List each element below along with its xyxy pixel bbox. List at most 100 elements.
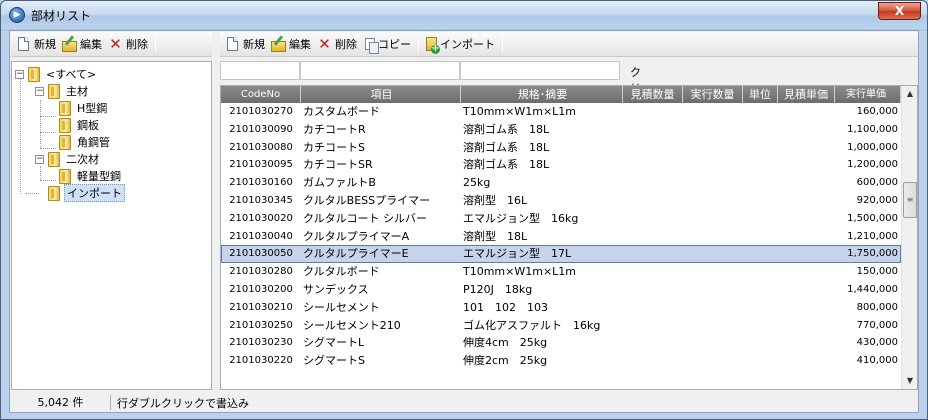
- table-row[interactable]: 2101030230 シグマートL 伸度4cm 25kg 430,000: [221, 334, 901, 352]
- table-row[interactable]: 2101030270 カスタムボード T10mm×W1m×L1m 160,000: [221, 103, 901, 121]
- title-bar[interactable]: ▶ 部材リスト X: [1, 1, 927, 29]
- close-button[interactable]: X: [878, 2, 921, 20]
- table-row[interactable]: 2101030095 カチコートSR 溶剤ゴム系 18L 1,200,000: [221, 156, 901, 174]
- collapse-icon[interactable]: −: [35, 86, 44, 96]
- tree-node-label: <すべて>: [46, 68, 97, 81]
- cell-act-price: 800,000: [856, 301, 898, 313]
- column-header-item[interactable]: 項目: [301, 86, 461, 103]
- tree-line: [40, 166, 41, 180]
- tree-node-all[interactable]: − <すべて>: [15, 66, 98, 82]
- column-header-spec[interactable]: 規格･摘要: [461, 86, 623, 103]
- table-row[interactable]: 2101030345 クルタルBESSプライマー 溶剤型 16L 920,000: [221, 192, 901, 210]
- tree-node-label: 主材: [66, 85, 88, 98]
- filter-item-input[interactable]: [300, 61, 460, 80]
- cell-unit: [743, 139, 778, 157]
- column-header-act-price[interactable]: 実行単価: [835, 86, 901, 103]
- cell-code: 2101030250: [229, 319, 293, 331]
- cell-act-qty: [683, 263, 743, 281]
- tree-node-steel-plate[interactable]: 鋼板: [59, 117, 101, 133]
- cell-item: カチコートR: [303, 122, 366, 136]
- column-header-code[interactable]: CodeNo: [221, 86, 301, 103]
- tree-node-main[interactable]: − 主材: [35, 83, 90, 99]
- cell-est-qty: [623, 103, 683, 121]
- tree-edit-label: 編集: [80, 38, 102, 51]
- table-row[interactable]: 2101030210 シールセメント 101 102 103 800,000: [221, 299, 901, 317]
- column-header-est-price[interactable]: 見積単価: [778, 86, 835, 103]
- table-row-selected[interactable]: 2101030050 クルタルプライマーE エマルジョン型 17L 1,750,000: [221, 245, 901, 264]
- folder-icon: [59, 134, 71, 150]
- cell-est-qty: [623, 245, 683, 263]
- grid-rows: 2101030270 カスタムボード T10mm×W1m×L1m 160,000 210…: [221, 103, 901, 370]
- tree-line: [40, 180, 56, 181]
- cell-unit: [743, 192, 778, 210]
- cell-act-qty: [683, 210, 743, 228]
- tree-node-label: 角鋼管: [77, 136, 110, 149]
- tree-node-import[interactable]: インポート: [48, 184, 125, 202]
- tree-line: [40, 100, 41, 148]
- record-count: 5,042 件: [11, 395, 111, 410]
- table-row[interactable]: 2101030160 ガムファルトB 25kg 600,000: [221, 174, 901, 192]
- cell-item: カチコートS: [303, 140, 365, 154]
- import-button[interactable]: インポート: [423, 34, 498, 55]
- copy-button[interactable]: コピー: [360, 34, 414, 55]
- copy-icon: [365, 38, 379, 54]
- table-row[interactable]: 2101030090 カチコートR 溶剤ゴム系 18L 1,100,000: [221, 121, 901, 139]
- tree-node-secondary[interactable]: − 二次材: [35, 151, 101, 167]
- column-header-act-qty[interactable]: 実行数量: [683, 86, 743, 103]
- cell-est-price: [778, 228, 835, 246]
- scroll-thumb[interactable]: ≡: [903, 182, 917, 218]
- table-row[interactable]: 2101030020 クルタルコート シルバー エマルジョン型 16kg 1,500,…: [221, 210, 901, 228]
- table-row[interactable]: 2101030040 クルタルプライマーA 溶剤型 18L 1,210,000: [221, 228, 901, 246]
- cell-spec: T10mm×W1m×L1m: [463, 105, 577, 118]
- tree-new-button[interactable]: 新規: [15, 34, 59, 55]
- vertical-scrollbar[interactable]: ▲ ≡ ▼: [901, 86, 917, 389]
- edit-label: 編集: [289, 38, 311, 51]
- table-row[interactable]: 2101030250 シールセメント210 ゴム化アスファルト 16kg 770,00…: [221, 317, 901, 335]
- cell-est-price: [778, 121, 835, 139]
- toolbar-separator: [155, 35, 156, 53]
- tree-delete-button[interactable]: ✕ 削除: [105, 34, 151, 55]
- grid-header: CodeNo 項目 規格･摘要 見積数量 実行数量 単位 見積単価 実行単価: [221, 86, 901, 103]
- cell-spec: エマルジョン型 16kg: [463, 211, 579, 225]
- table-row[interactable]: 2101030200 サンデックス P120J 18kg 1,440,000: [221, 281, 901, 299]
- table-row[interactable]: 2101030080 カチコートS 溶剤ゴム系 18L 1,000,000: [221, 139, 901, 157]
- cell-item: クルタルコート シルバー: [303, 211, 427, 225]
- tree-node-label: 鋼板: [77, 119, 99, 132]
- edit-button[interactable]: 編集: [268, 34, 314, 55]
- cell-est-qty: [623, 263, 683, 281]
- cell-code: 2101030220: [229, 355, 293, 367]
- cell-code: 2101030270: [229, 106, 293, 117]
- filter-code-input[interactable]: [220, 61, 300, 80]
- tree-node-square-pipe[interactable]: 角鋼管: [59, 134, 112, 150]
- scroll-down-icon[interactable]: ▼: [902, 373, 917, 389]
- cell-est-price: [778, 103, 835, 121]
- cell-item: クルタルBESSプライマー: [303, 193, 431, 207]
- folder-icon: [28, 66, 40, 82]
- cell-est-price: [778, 192, 835, 210]
- tree-line: [40, 116, 56, 117]
- column-header-unit[interactable]: 単位: [743, 86, 778, 103]
- delete-button[interactable]: ✕ 削除: [314, 34, 360, 55]
- scroll-up-icon[interactable]: ▲: [902, 86, 917, 102]
- cell-unit: [743, 228, 778, 246]
- toolbar-separator: [502, 35, 503, 53]
- new-button[interactable]: 新規: [224, 34, 268, 55]
- filter-spec-input[interactable]: [460, 61, 620, 80]
- tree-line: [25, 193, 39, 194]
- collapse-icon[interactable]: −: [15, 69, 24, 79]
- tree-node-h-beam[interactable]: H型鋼: [59, 100, 109, 116]
- collapse-icon[interactable]: −: [35, 154, 44, 164]
- table-row[interactable]: 2101030220 シグマートS 伸度2cm 25kg 410,000: [221, 352, 901, 370]
- tree-node-light-steel[interactable]: 軽量型鋼: [59, 168, 123, 184]
- tree-node-label: H型鋼: [77, 102, 108, 115]
- table-row[interactable]: 2101030280 クルタルボード T10mm×W1m×L1m 150,000: [221, 263, 901, 281]
- cell-item: サンデックス: [303, 282, 369, 296]
- cell-code: 2101030090: [229, 123, 293, 135]
- column-header-est-qty[interactable]: 見積数量: [623, 86, 683, 103]
- tree-delete-label: 削除: [126, 38, 148, 51]
- tree-edit-button[interactable]: 編集: [59, 34, 105, 55]
- cell-act-qty: [683, 299, 743, 317]
- new-document-icon: [18, 37, 29, 51]
- cell-unit: [743, 299, 778, 317]
- cell-act-price: 1,100,000: [847, 123, 898, 135]
